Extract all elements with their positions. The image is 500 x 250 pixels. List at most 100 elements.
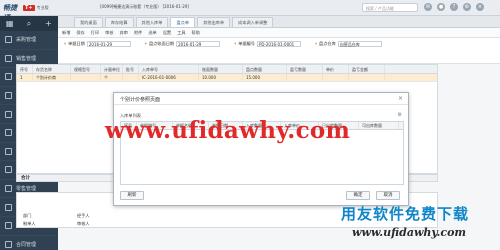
form-field: * 单据日期 2016-01-29 xyxy=(64,41,131,47)
module-icon xyxy=(5,222,12,230)
form-field: * 盘点账面日期 2016-01-29 xyxy=(144,41,221,47)
sidebar-item-label: 合同管理 xyxy=(16,241,37,248)
table-cell[interactable] xyxy=(287,74,323,81)
table-cell[interactable] xyxy=(349,74,385,81)
tab-bar: 我的桌面 库存结算 其他入库单 盘点单 其他出库单 成本调入单调整 xyxy=(58,16,500,28)
required-mark: * xyxy=(144,41,147,47)
reference-dialog: 个别计价参照页面 × 入库单列表 ⚙ 序号 单据编号 单据名称 单据日期 入库数量 入库单… xyxy=(113,92,409,206)
tab[interactable]: 其他入库单 xyxy=(135,17,169,27)
module-icon xyxy=(5,92,12,100)
grid-icon[interactable]: ▦ xyxy=(5,19,15,29)
tab[interactable]: 成本调入单调整 xyxy=(232,17,274,27)
column-header[interactable]: 存货名称 xyxy=(33,65,71,73)
top-bar: 畅捷通 T+ 专业版 [0099]畅捷达演示账套（专业版） [2016-01-2… xyxy=(0,0,500,22)
refresh-button[interactable]: 刷新 xyxy=(120,191,144,200)
toolbar-button[interactable]: 附件 xyxy=(134,30,142,36)
toolbar-button[interactable]: 帮助 xyxy=(192,30,200,36)
required-mark: * xyxy=(314,41,318,47)
column-header[interactable]: 盈亏金额 xyxy=(349,65,385,73)
form-field: * 单据编号 PD-2016-01-0001 xyxy=(234,41,301,47)
sidebar-item[interactable]: 合同管理 xyxy=(0,236,58,250)
tab[interactable]: 我的桌面 xyxy=(74,17,103,27)
toolbar-button[interactable]: 审核 xyxy=(105,30,113,36)
top-icon-group: ✉ ● ? ⚙ × xyxy=(424,3,484,11)
sidebar-item-label: 销售管理 xyxy=(16,55,37,62)
toolbar: 新增 保存 打印 审核 弃审 附件 选单 设置 工具 帮助 xyxy=(58,28,500,38)
column-header[interactable]: 盘点数量 xyxy=(243,65,287,73)
table-row[interactable]: 1 个别计价商 个 IC-2016-01-0006 10.000 15.000 xyxy=(17,74,437,82)
search-input[interactable]: 搜索 / 产品功能 xyxy=(362,3,418,12)
field-input[interactable]: 自营品仓库 xyxy=(337,41,382,47)
field-input[interactable]: 2016-01-29 xyxy=(86,41,131,47)
module-icon xyxy=(5,73,12,81)
table-cell[interactable]: 个别计价商 xyxy=(33,74,71,81)
watermark-url: www.ufidawhy.com xyxy=(105,117,351,144)
user-icon[interactable]: ● xyxy=(437,3,445,11)
module-icon xyxy=(5,166,12,174)
search-icon[interactable]: ⌕ xyxy=(24,19,34,29)
column-header[interactable]: 序号 xyxy=(17,65,33,73)
ok-button[interactable]: 确定 xyxy=(346,191,370,200)
column-header[interactable]: 单价 xyxy=(323,65,349,73)
edition-label: 专业版 xyxy=(36,5,49,10)
footer-field-creator: 制单人 xyxy=(23,221,36,226)
cancel-button[interactable]: 取消 xyxy=(376,191,400,200)
watermark-logo: 用友软件免费下载 xyxy=(341,205,470,223)
module-icon xyxy=(5,110,12,118)
column-header[interactable]: 规格型号 xyxy=(71,65,101,73)
toolbar-button[interactable]: 新增 xyxy=(62,30,70,36)
settings-icon[interactable]: ⚙ xyxy=(463,3,471,11)
column-header[interactable]: 计量单位 xyxy=(101,65,123,73)
app-logo: 畅捷通 T+ 专业版 xyxy=(3,2,49,22)
module-icon xyxy=(5,185,12,193)
field-label: 盘点账面日期 xyxy=(148,41,175,46)
settings-icon[interactable]: ⚙ xyxy=(398,112,402,118)
field-label: 单据日期 xyxy=(68,41,85,46)
toolbar-button[interactable]: 选单 xyxy=(148,30,156,36)
sidebar-item[interactable]: 采购管理 xyxy=(0,31,58,50)
tab[interactable]: 库存结算 xyxy=(104,17,134,27)
document-header-form: * 单据日期 2016-01-29 * 盘点账面日期 2016-01-29 * 单据编号 PD-… xyxy=(58,38,500,64)
table-cell[interactable]: 10.000 xyxy=(199,74,243,81)
add-icon[interactable]: + xyxy=(43,19,53,29)
table-cell[interactable]: 个 xyxy=(101,74,123,81)
module-icon xyxy=(5,36,12,44)
column-header[interactable]: 盈亏数量 xyxy=(287,65,323,73)
table-cell[interactable] xyxy=(123,74,139,81)
module-icon xyxy=(5,147,12,155)
close-icon[interactable]: × xyxy=(476,3,484,11)
column-header[interactable]: 批号 xyxy=(123,65,139,73)
column-header[interactable]: 账面数量 xyxy=(199,65,243,73)
dialog-title: 个别计价参照页面 xyxy=(114,93,408,105)
field-label: 单据编号 xyxy=(238,41,255,46)
table-cell[interactable]: 15.000 xyxy=(243,74,287,81)
required-mark: * xyxy=(234,41,237,47)
sidebar-item-label: 采购管理 xyxy=(16,37,37,44)
tab[interactable]: 其他出库单 xyxy=(197,17,231,27)
footer-field-handler: 经手人 xyxy=(77,213,90,218)
tab[interactable]: 盘点单 xyxy=(170,17,196,27)
table-cell[interactable]: IC-2016-01-0006 xyxy=(139,74,199,81)
field-input[interactable]: PD-2016-01-0001 xyxy=(256,41,301,47)
module-icon xyxy=(5,129,12,137)
toolbar-button[interactable]: 打印 xyxy=(91,30,99,36)
toolbar-button[interactable]: 保存 xyxy=(76,30,84,36)
sidebar-tools: ▦ ⌕ + xyxy=(0,16,58,31)
table-cell[interactable] xyxy=(323,74,349,81)
column-header[interactable]: 可出库数量 xyxy=(359,122,399,129)
column-header[interactable]: 入库单号 xyxy=(139,65,199,73)
table-cell[interactable]: 1 xyxy=(17,74,33,81)
table-cell[interactable] xyxy=(71,74,101,81)
brand-badge: T+ xyxy=(23,5,35,11)
required-mark: * xyxy=(64,41,67,47)
watermark-url-small: www.ufidawhy.com xyxy=(352,226,467,239)
module-icon xyxy=(5,54,12,62)
toolbar-button[interactable]: 工具 xyxy=(177,30,185,36)
toolbar-button[interactable]: 弃审 xyxy=(120,30,128,36)
field-input[interactable]: 2016-01-29 xyxy=(176,41,221,47)
close-icon[interactable]: × xyxy=(398,95,403,102)
field-label: 盘点仓库 xyxy=(319,41,336,46)
toolbar-button[interactable]: 设置 xyxy=(163,30,171,36)
help-icon[interactable]: ? xyxy=(450,3,458,11)
mail-icon[interactable]: ✉ xyxy=(424,3,432,11)
